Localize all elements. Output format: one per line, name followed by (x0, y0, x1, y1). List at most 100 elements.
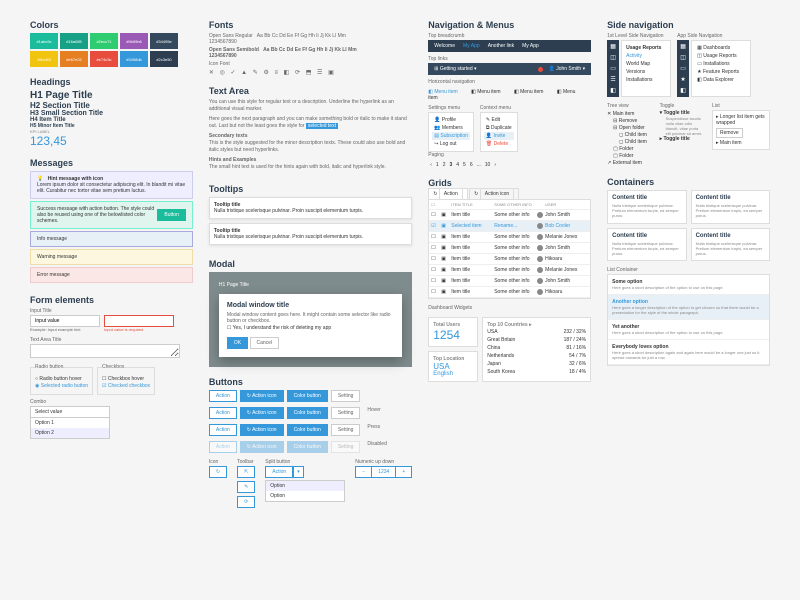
nav-link[interactable]: World Map (625, 60, 667, 68)
menu-item[interactable]: ✎ Edit (484, 116, 514, 124)
radio-option-selected[interactable]: ◉ Selected radio button (35, 383, 88, 389)
checkbox-option-checked[interactable]: ☑ Checked checkbox (102, 383, 150, 389)
action-button[interactable]: Action (209, 441, 237, 453)
nav-item[interactable]: ◧ Menu item (471, 89, 506, 95)
message-action-button[interactable]: Button (157, 209, 185, 221)
rail-icon[interactable]: ◧ (610, 87, 616, 94)
list-item[interactable]: ▸ Main item (716, 140, 766, 146)
action-button[interactable]: Setting (331, 424, 361, 436)
content-card[interactable]: Content titleNulla tristique scelerisque… (691, 228, 770, 262)
rail-icon[interactable]: ▭ (680, 65, 686, 72)
rail-icon[interactable]: ★ (680, 76, 685, 83)
tree-item[interactable]: ⊟ Remove (607, 118, 651, 125)
table-row[interactable]: ☐▣Item titleSome other infoJohn Smith (429, 210, 590, 221)
list-option[interactable]: Everybody loves optionHere goes a short … (608, 340, 769, 365)
nav-link[interactable]: ◧ Data Explorer (695, 76, 747, 84)
toolbar-button[interactable]: ⟳ (237, 496, 255, 508)
action-button[interactable]: Action icon (240, 390, 284, 402)
tree-item[interactable]: ✕ Main item (607, 111, 651, 118)
modal-checkbox[interactable]: ☐ Yes, I understand the risk of deleting… (227, 325, 394, 331)
menu-item[interactable]: ▤ Subscription (432, 132, 470, 140)
action-button[interactable]: Action icon (240, 441, 284, 453)
split-caret[interactable]: ▾ (293, 466, 304, 478)
table-row[interactable]: ☐▣Item titleSome other infoHikoaru (429, 287, 590, 298)
split-option[interactable]: Option (266, 491, 344, 501)
list-item[interactable]: Remove (716, 128, 743, 138)
split-button[interactable]: Action (265, 466, 293, 478)
table-row[interactable]: ☐▣Item titleSome other infoMelanie Jones (429, 265, 590, 276)
table-row[interactable]: ☐▣Item titleSome other infoMelanie Jones (429, 232, 590, 243)
ok-button[interactable]: OK (227, 337, 248, 349)
tree-item[interactable]: ▢ Folder (607, 153, 651, 160)
tree-item[interactable]: ◻ Child item (607, 139, 651, 146)
menu-item[interactable]: 👥 Members (432, 124, 470, 132)
table-row[interactable]: ☐▣Item titleSome other infoJohn Smith (429, 243, 590, 254)
combo-option[interactable]: Option 2 (31, 428, 109, 438)
table-row[interactable]: ☑▣Selected itemRename...Bob Cooler (429, 221, 590, 232)
stepper-up[interactable]: + (395, 466, 412, 478)
menu-item[interactable]: 👤 Invite (484, 132, 514, 140)
text-input-error[interactable] (104, 315, 174, 327)
table-row[interactable]: ☐▣Item titleSome other infoHikoaru (429, 254, 590, 265)
action-button[interactable]: Setting (331, 441, 361, 453)
list-option[interactable]: Yet anotherHere goes a short description… (608, 320, 769, 340)
tree-item[interactable]: ▢ Folder (607, 146, 651, 153)
nav-item[interactable]: ◧ Menu item (514, 89, 549, 95)
rail-icon[interactable]: ◫ (680, 54, 686, 61)
nav-link[interactable]: ◫ Usage Reports (695, 52, 747, 60)
toolbar-button[interactable]: ⇱ (237, 466, 255, 478)
textarea-input[interactable] (30, 344, 180, 358)
menu-item[interactable]: ⧉ Duplicate (484, 124, 514, 132)
content-card[interactable]: Content titleNulla tristique scelerisque… (607, 190, 686, 224)
list-option[interactable]: Some optionHere goes a short description… (608, 275, 769, 295)
checkbox-option[interactable]: ☐ Checkbox hover (102, 376, 150, 382)
stepper-down[interactable]: − (355, 466, 372, 478)
toolbar-button[interactable]: ✎ (237, 481, 255, 493)
menu-item-delete[interactable]: 🗑 Delete (484, 140, 514, 148)
rail-icon[interactable]: ▭ (610, 65, 616, 72)
rail-icon[interactable]: ◫ (610, 54, 616, 61)
action-button[interactable]: Color button (287, 407, 328, 419)
action-button[interactable]: Color button (287, 390, 328, 402)
nav-link[interactable]: Installations (625, 76, 667, 84)
action-button[interactable]: Color button (287, 424, 328, 436)
user-menu[interactable]: 👤 John Smith ▾ (549, 66, 586, 72)
rail-icon[interactable]: ▦ (610, 43, 616, 50)
notification-dot-icon[interactable] (538, 67, 543, 72)
cancel-button[interactable]: Cancel (250, 337, 280, 349)
action-button[interactable]: Action (209, 390, 237, 402)
nav-link[interactable]: ▭ Installations (695, 60, 747, 68)
split-option[interactable]: Option (266, 481, 344, 491)
text-input[interactable] (30, 315, 100, 327)
tree-item[interactable]: ↗ External item (607, 160, 651, 167)
menu-item[interactable]: ↪ Log out (432, 140, 470, 148)
action-button[interactable]: Action icon (240, 424, 284, 436)
action-button[interactable]: Color button (287, 441, 328, 453)
content-card[interactable]: Content titleNulla tristique scelerisque… (691, 190, 770, 224)
combo-option[interactable]: Option 1 (31, 418, 109, 428)
radio-option[interactable]: ○ Radio button hover (35, 376, 88, 382)
rail-icon[interactable]: ▦ (680, 43, 686, 50)
table-row[interactable]: ☐▣Item titleSome other infoJohn Smith (429, 276, 590, 287)
nav-link[interactable]: ▦ Dashboards (695, 44, 747, 52)
toggle-item[interactable]: ▸ Toggle title (660, 136, 704, 142)
tree-item[interactable]: ⊟ Open folder (607, 125, 651, 132)
tree-item[interactable]: ◻ Child item (607, 132, 651, 139)
action-button[interactable]: Action (209, 407, 237, 419)
list-option[interactable]: Another optionHere goes a longer descrip… (608, 295, 769, 320)
action-button[interactable]: Setting (331, 407, 361, 419)
menu-item[interactable]: 👤 Profile (432, 116, 470, 124)
list-item[interactable]: ▸ Longer list item gets wrapped (716, 114, 766, 126)
nav-link[interactable]: Versions (625, 68, 667, 76)
grid-tab[interactable]: ↻ Action (428, 188, 468, 199)
action-button[interactable]: Action (209, 424, 237, 436)
rail-icon[interactable]: ☰ (610, 76, 615, 83)
nav-link[interactable]: ★ Feature Reports (695, 68, 747, 76)
action-button[interactable]: Setting (331, 390, 361, 402)
action-button[interactable]: Action icon (240, 407, 284, 419)
nav-link[interactable]: Activity (625, 52, 667, 60)
rail-icon[interactable]: ◧ (680, 87, 686, 94)
grid-tab[interactable]: ↻ Action icon (469, 188, 519, 199)
icon-button[interactable]: ↻ (209, 466, 227, 478)
combo-select[interactable]: Select value Option 1 Option 2 (30, 406, 110, 439)
